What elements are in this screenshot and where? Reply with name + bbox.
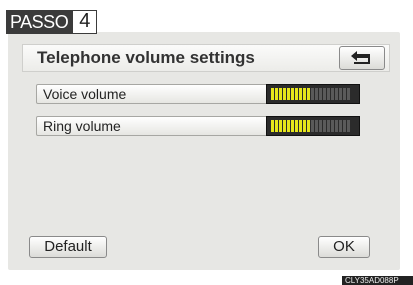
volume-segment bbox=[315, 88, 318, 100]
volume-segment bbox=[291, 88, 294, 100]
volume-segment bbox=[287, 120, 290, 132]
ring-volume-button[interactable]: Ring volume bbox=[36, 116, 270, 136]
voice-volume-row: Voice volume bbox=[36, 84, 366, 104]
volume-segment bbox=[299, 88, 302, 100]
volume-segment bbox=[299, 120, 302, 132]
volume-segment bbox=[343, 120, 346, 132]
title-bar: Telephone volume settings bbox=[22, 44, 390, 72]
volume-segment bbox=[303, 120, 306, 132]
volume-segment bbox=[319, 88, 322, 100]
volume-segment bbox=[335, 88, 338, 100]
ring-volume-meter[interactable] bbox=[266, 116, 360, 136]
volume-segment bbox=[307, 88, 310, 100]
volume-segment bbox=[323, 88, 326, 100]
page-title: Telephone volume settings bbox=[37, 48, 255, 67]
volume-segment bbox=[307, 120, 310, 132]
back-button[interactable] bbox=[339, 46, 385, 70]
volume-segment bbox=[271, 120, 274, 132]
volume-segment bbox=[303, 88, 306, 100]
volume-segment bbox=[291, 120, 294, 132]
volume-segment bbox=[331, 88, 334, 100]
ring-volume-row: Ring volume bbox=[36, 116, 366, 136]
volume-segment bbox=[347, 120, 350, 132]
return-arrow-icon bbox=[351, 51, 370, 64]
voice-volume-button[interactable]: Voice volume bbox=[36, 84, 270, 104]
volume-segment bbox=[311, 120, 314, 132]
volume-segment bbox=[283, 88, 286, 100]
volume-segment bbox=[347, 88, 350, 100]
volume-segment bbox=[323, 120, 326, 132]
volume-segment bbox=[335, 120, 338, 132]
volume-segment bbox=[327, 88, 330, 100]
volume-segment bbox=[343, 88, 346, 100]
step-word: PASSO bbox=[6, 10, 73, 34]
ok-button[interactable]: OK bbox=[318, 236, 370, 258]
volume-segment bbox=[271, 88, 274, 100]
volume-segment bbox=[339, 88, 342, 100]
volume-segment bbox=[339, 120, 342, 132]
volume-segment bbox=[279, 120, 282, 132]
voice-volume-meter[interactable] bbox=[266, 84, 360, 104]
volume-segment bbox=[319, 120, 322, 132]
volume-segment bbox=[295, 120, 298, 132]
volume-segment bbox=[311, 88, 314, 100]
volume-segment bbox=[279, 88, 282, 100]
default-button[interactable]: Default bbox=[29, 236, 107, 258]
volume-segment bbox=[275, 88, 278, 100]
step-number: 4 bbox=[72, 10, 98, 34]
volume-segment bbox=[275, 120, 278, 132]
step-indicator: PASSO 4 bbox=[6, 10, 98, 34]
volume-segment bbox=[287, 88, 290, 100]
volume-segment bbox=[315, 120, 318, 132]
volume-segment bbox=[327, 120, 330, 132]
image-code: CLY35AD088P bbox=[342, 276, 413, 285]
volume-segment bbox=[331, 120, 334, 132]
volume-segment bbox=[283, 120, 286, 132]
volume-segment bbox=[295, 88, 298, 100]
